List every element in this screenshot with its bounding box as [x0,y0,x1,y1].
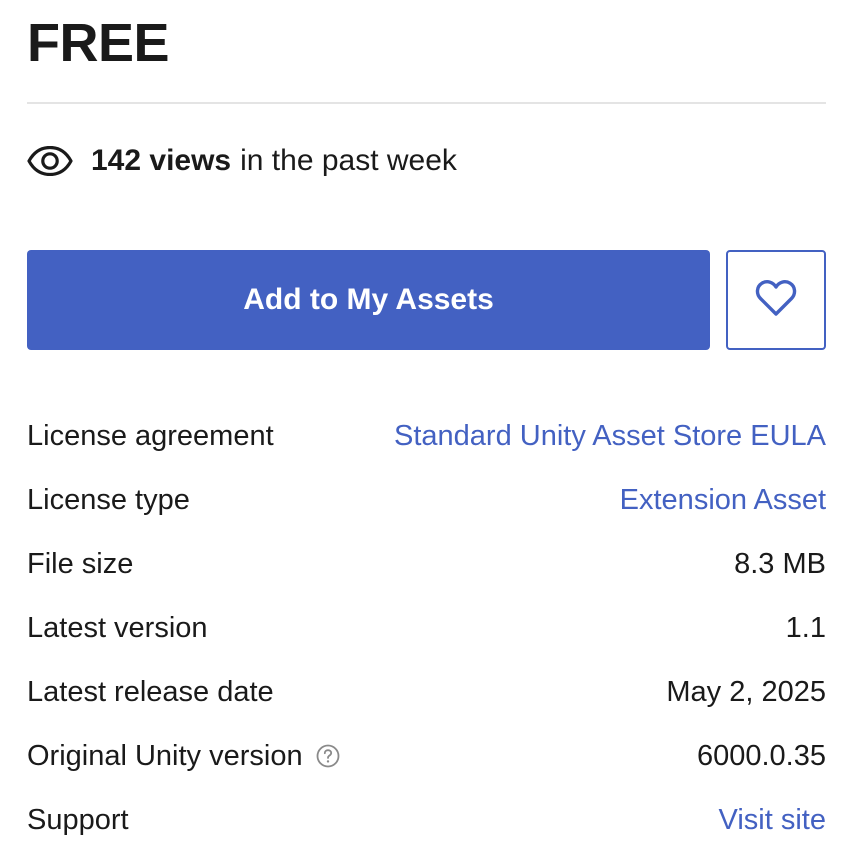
detail-label: License agreement [27,419,274,452]
detail-row-support: Support Visit site [27,788,826,852]
detail-label: Original Unity version [27,739,303,772]
detail-row-original-unity-version: Original Unity version 6000.0.35 [27,724,826,788]
price-label: FREE [27,13,170,73]
latest-release-date-value: May 2, 2025 [666,675,826,708]
views-info: 142 views in the past week [27,138,457,184]
detail-row-license-agreement: License agreement Standard Unity Asset S… [27,404,826,468]
asset-purchase-panel: FREE 142 views in the past week Add to M… [27,0,826,836]
asset-details-list: License agreement Standard Unity Asset S… [27,404,826,852]
detail-row-latest-version: Latest version 1.1 [27,596,826,660]
license-agreement-link[interactable]: Standard Unity Asset Store EULA [394,420,826,453]
detail-label: Latest version [27,611,208,644]
detail-label: Support [27,803,129,836]
detail-label: File size [27,547,134,580]
eye-icon [27,138,73,184]
detail-row-license-type: License type Extension Asset [27,468,826,532]
license-type-link[interactable]: Extension Asset [620,484,826,517]
add-to-my-assets-button[interactable]: Add to My Assets [27,250,710,350]
heart-icon [755,279,797,322]
file-size-value: 8.3 MB [734,547,826,580]
detail-label: License type [27,483,190,516]
original-unity-version-value: 6000.0.35 [696,739,826,772]
question-circle-icon[interactable] [315,743,341,769]
latest-version-value: 1.1 [785,611,826,644]
views-suffix: in the past week [240,144,457,177]
detail-label-with-help: Original Unity version [27,740,341,773]
views-count: 142 views [91,144,232,177]
divider [27,102,826,104]
detail-row-latest-release-date: Latest release date May 2, 2025 [27,660,826,724]
detail-row-file-size: File size 8.3 MB [27,532,826,596]
favorite-button[interactable] [726,250,826,350]
support-visit-site-link[interactable]: Visit site [719,804,826,837]
action-buttons: Add to My Assets [27,250,826,350]
detail-label: Latest release date [27,675,274,708]
